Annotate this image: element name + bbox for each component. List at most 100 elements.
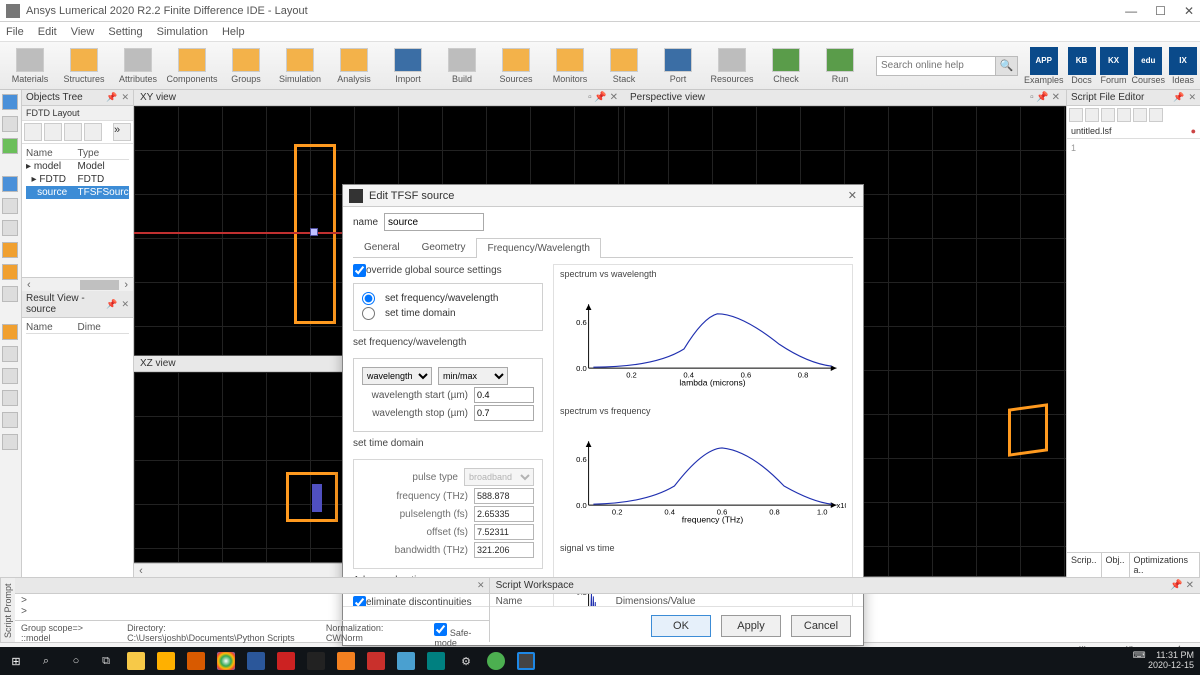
script-new-icon[interactable] bbox=[1069, 108, 1083, 122]
ribbon-build[interactable]: Build bbox=[438, 48, 486, 84]
menu-help[interactable]: Help bbox=[222, 26, 245, 38]
help-courses-icon[interactable]: edu bbox=[1134, 47, 1162, 75]
vtool-view4-icon[interactable] bbox=[2, 390, 18, 406]
vtool-view3-icon[interactable] bbox=[2, 368, 18, 384]
terminal-icon[interactable] bbox=[307, 652, 325, 670]
tab-geometry[interactable]: Geometry bbox=[411, 237, 477, 257]
result-pin-icon[interactable]: 📌 bbox=[106, 299, 117, 310]
ribbon-import[interactable]: Import bbox=[384, 48, 432, 84]
vtool-select-icon[interactable] bbox=[2, 94, 18, 110]
word-icon[interactable] bbox=[247, 652, 265, 670]
taskbar-app1-icon[interactable] bbox=[127, 652, 145, 670]
bandwidth-input[interactable] bbox=[474, 542, 534, 558]
start-button[interactable]: ⊞ bbox=[6, 651, 26, 671]
ribbon-resources[interactable]: Resources bbox=[708, 48, 756, 84]
help-examples-icon[interactable]: APP bbox=[1030, 47, 1058, 75]
ribbon-groups[interactable]: Groups bbox=[222, 48, 270, 84]
script-save-icon[interactable] bbox=[1101, 108, 1115, 122]
vtool-view1-icon[interactable] bbox=[2, 324, 18, 340]
script-editor-tab[interactable]: untitled.lsf● bbox=[1067, 124, 1200, 139]
vtool-trash-icon[interactable] bbox=[2, 138, 18, 154]
script-open-icon[interactable] bbox=[1085, 108, 1099, 122]
ribbon-simulation[interactable]: Simulation bbox=[276, 48, 324, 84]
minmax-select[interactable]: min/max bbox=[438, 367, 508, 385]
footer-tab-object[interactable]: Obj.. bbox=[1102, 553, 1130, 577]
tree-tool2-icon[interactable] bbox=[44, 123, 62, 141]
ribbon-sources[interactable]: Sources bbox=[492, 48, 540, 84]
footer-tab-opt[interactable]: Optimizations a.. bbox=[1130, 553, 1200, 577]
cortana-icon[interactable]: ○ bbox=[66, 651, 86, 671]
vtool-snap-icon[interactable] bbox=[2, 286, 18, 302]
result-close-icon[interactable]: ✕ bbox=[121, 299, 129, 310]
lumerical-icon[interactable] bbox=[517, 652, 535, 670]
ribbon-components[interactable]: Components bbox=[168, 48, 216, 84]
help-ideas-icon[interactable]: IX bbox=[1169, 47, 1197, 75]
help-search-button[interactable]: 🔍 bbox=[996, 56, 1018, 76]
taskbar-app6-icon[interactable] bbox=[397, 652, 415, 670]
pin-icon[interactable]: 📌 bbox=[106, 92, 117, 103]
vtool-bars2-icon[interactable] bbox=[2, 434, 18, 450]
help-docs-icon[interactable]: KB bbox=[1068, 47, 1096, 75]
radio-set-freq[interactable] bbox=[362, 292, 375, 305]
script-pin-icon[interactable]: 📌 bbox=[1173, 92, 1184, 103]
taskbar-app3-icon[interactable] bbox=[277, 652, 295, 670]
minimize-button[interactable]: — bbox=[1125, 4, 1137, 18]
system-clock[interactable]: ⌨ 11:31 PM2020-12-15 bbox=[1133, 651, 1194, 671]
search-icon[interactable]: ⌕ bbox=[36, 651, 56, 671]
script-prompt-body[interactable]: >> bbox=[15, 594, 489, 620]
override-checkbox[interactable]: override global source settings bbox=[353, 264, 543, 277]
ribbon-stack[interactable]: Stack bbox=[600, 48, 648, 84]
ribbon-attributes[interactable]: Attributes bbox=[114, 48, 162, 84]
menu-simulation[interactable]: Simulation bbox=[157, 26, 208, 38]
wavelength-select[interactable]: wavelength bbox=[362, 367, 432, 385]
vtool-grid-icon[interactable] bbox=[2, 264, 18, 280]
dialog-close-button[interactable]: ✕ bbox=[848, 189, 857, 202]
script-run-icon[interactable] bbox=[1117, 108, 1131, 122]
menu-setting[interactable]: Setting bbox=[108, 26, 142, 38]
script-stop-icon[interactable] bbox=[1133, 108, 1147, 122]
vtool-zoom-icon[interactable] bbox=[2, 198, 18, 214]
ribbon-check[interactable]: Check bbox=[762, 48, 810, 84]
vtool-pointer-icon[interactable] bbox=[2, 176, 18, 192]
vtool-move-icon[interactable] bbox=[2, 116, 18, 132]
ribbon-analysis[interactable]: Analysis bbox=[330, 48, 378, 84]
taskbar-app2-icon[interactable] bbox=[187, 652, 205, 670]
taskbar-app5-icon[interactable] bbox=[367, 652, 385, 670]
tree-tool4-icon[interactable] bbox=[84, 123, 102, 141]
objects-tree[interactable]: NameType ▸ modelModel ▸ FDTDFDTD sourceT… bbox=[22, 144, 133, 277]
result-view[interactable]: NameDime bbox=[22, 318, 133, 577]
menu-view[interactable]: View bbox=[71, 26, 95, 38]
frequency-input[interactable] bbox=[474, 488, 534, 504]
pulselength-input[interactable] bbox=[474, 506, 534, 522]
tab-frequency-wavelength[interactable]: Frequency/Wavelength bbox=[476, 238, 600, 258]
tab-general[interactable]: General bbox=[353, 237, 411, 257]
taskbar-app8-icon[interactable] bbox=[487, 652, 505, 670]
tree-scrollbar[interactable]: ‹› bbox=[22, 277, 133, 291]
vtool-pan-icon[interactable] bbox=[2, 220, 18, 236]
taskview-icon[interactable]: ⧉ bbox=[96, 651, 116, 671]
tree-tool-right-icon[interactable]: » bbox=[113, 123, 131, 141]
script-editor-body[interactable]: 1 bbox=[1067, 139, 1200, 552]
script-close-icon[interactable]: ✕ bbox=[1188, 92, 1196, 103]
safe-mode-checkbox[interactable] bbox=[434, 623, 447, 636]
vtool-view2-icon[interactable] bbox=[2, 346, 18, 362]
help-search-input[interactable] bbox=[876, 56, 996, 76]
ribbon-materials[interactable]: Materials bbox=[6, 48, 54, 84]
close-button[interactable]: ✕ bbox=[1184, 4, 1194, 18]
help-forum-icon[interactable]: KX bbox=[1100, 47, 1128, 75]
script-more-icon[interactable] bbox=[1149, 108, 1163, 122]
vtool-ruler-icon[interactable] bbox=[2, 242, 18, 258]
name-input[interactable] bbox=[384, 213, 484, 231]
taskbar-app7-icon[interactable] bbox=[427, 652, 445, 670]
menu-file[interactable]: File bbox=[6, 26, 24, 38]
maximize-button[interactable]: ☐ bbox=[1155, 4, 1166, 18]
ribbon-monitors[interactable]: Monitors bbox=[546, 48, 594, 84]
ribbon-port[interactable]: Port bbox=[654, 48, 702, 84]
ribbon-structures[interactable]: Structures bbox=[60, 48, 108, 84]
menu-edit[interactable]: Edit bbox=[38, 26, 57, 38]
ribbon-run[interactable]: Run bbox=[816, 48, 864, 84]
vtool-bars-icon[interactable] bbox=[2, 412, 18, 428]
chrome-icon[interactable] bbox=[217, 652, 235, 670]
tree-tool1-icon[interactable] bbox=[24, 123, 42, 141]
panel-close-icon[interactable]: ✕ bbox=[121, 92, 129, 103]
